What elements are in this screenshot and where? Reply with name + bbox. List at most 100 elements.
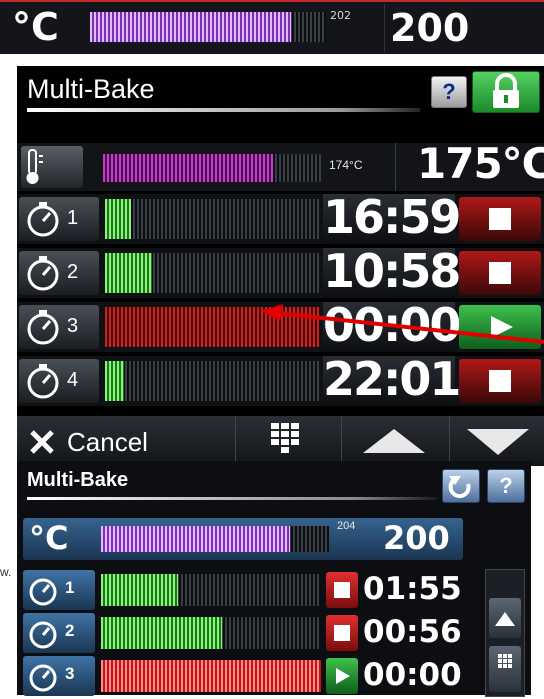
stopwatch-icon xyxy=(27,310,59,345)
multi-bake-panel: Multi-Bake ? 174°C 175°C 1 16:59 2 10:58… xyxy=(17,66,544,466)
timer-progress-bar xyxy=(105,253,319,293)
timer-progress-fill xyxy=(105,199,131,239)
title-underline xyxy=(27,497,437,500)
bottom-toolbar: Cancel xyxy=(17,416,544,466)
help-label: ? xyxy=(499,473,513,498)
timer-progress-bar xyxy=(101,617,321,649)
timer-index: 3 xyxy=(65,664,75,683)
timer-progress-fill xyxy=(105,361,125,401)
timer-time[interactable]: 01:55 xyxy=(363,571,462,607)
refresh-icon xyxy=(448,476,471,499)
secondary-title: Multi-Bake xyxy=(27,469,129,491)
timer-time[interactable]: 00:00 xyxy=(363,657,462,693)
title-underline xyxy=(27,108,420,112)
side-text: w. xyxy=(0,565,12,579)
stop-icon xyxy=(489,262,511,284)
stop-icon xyxy=(489,208,511,230)
keypad-button[interactable] xyxy=(489,646,521,692)
scroll-column xyxy=(485,569,525,697)
temperature-bar-fill xyxy=(90,12,291,42)
timer-index: 1 xyxy=(65,578,75,597)
timer-action-button[interactable] xyxy=(326,572,358,608)
timer-action-button[interactable] xyxy=(459,359,541,403)
timer-progress-bar xyxy=(105,199,319,239)
cancel-button[interactable]: Cancel xyxy=(19,419,229,463)
timer-time: 22:01 xyxy=(323,352,461,406)
stopwatch-icon xyxy=(27,256,59,291)
current-temperature: 174°C xyxy=(329,158,363,172)
thermometer-icon xyxy=(26,149,43,184)
current-temp: 204 xyxy=(337,520,356,532)
temperature-bar-fill xyxy=(103,154,274,182)
timer-index: 2 xyxy=(65,621,75,640)
timer-progress-fill xyxy=(101,617,222,649)
timer-select-button[interactable]: 3 xyxy=(19,305,99,349)
keypad-icon xyxy=(498,654,512,668)
unit-label: °C xyxy=(12,5,59,49)
timer-index: 1 xyxy=(67,207,79,229)
stop-icon xyxy=(334,625,350,641)
timer-progress-fill xyxy=(101,574,178,606)
arrow-down-icon xyxy=(467,429,529,455)
timer-action-button[interactable] xyxy=(459,251,541,295)
timer-select-button[interactable]: 3 xyxy=(23,656,95,696)
timer-time-cell[interactable]: 16:59 xyxy=(323,190,461,244)
stopwatch-icon xyxy=(27,202,59,237)
annotation-arrow xyxy=(261,304,544,344)
close-icon xyxy=(30,430,54,454)
timer-index: 3 xyxy=(67,315,79,337)
timer-row: 4 22:01 xyxy=(17,352,544,406)
thermometer-button xyxy=(21,146,83,188)
timer-time-cell[interactable]: 22:01 xyxy=(323,352,461,406)
timer-row: 1 01:55 xyxy=(23,570,473,610)
keypad-icon xyxy=(271,423,299,453)
timer-time: 16:59 xyxy=(323,190,461,244)
help-button[interactable]: ? xyxy=(431,76,467,108)
timer-action-button[interactable] xyxy=(326,658,358,694)
current-temp: 202 xyxy=(330,9,351,22)
stopwatch-icon xyxy=(29,664,57,692)
keypad-button[interactable] xyxy=(239,419,335,463)
timer-select-button[interactable]: 1 xyxy=(19,197,99,241)
temperature-bar-fill xyxy=(101,526,291,552)
timer-row: 1 16:59 xyxy=(17,190,544,244)
timer-action-button[interactable] xyxy=(459,197,541,241)
timer-time-cell[interactable]: 10:58 xyxy=(323,244,461,298)
scroll-up-button[interactable] xyxy=(489,598,521,638)
refresh-button[interactable] xyxy=(442,469,480,503)
timer-progress-bar xyxy=(101,574,321,606)
lock-button[interactable] xyxy=(472,71,540,113)
timer-index: 2 xyxy=(67,261,79,283)
scroll-down-button[interactable] xyxy=(453,419,543,463)
temperature-bar xyxy=(90,12,326,42)
arrow-up-icon xyxy=(495,612,515,626)
timer-row: 2 10:58 xyxy=(17,244,544,298)
timer-time: 10:58 xyxy=(323,244,461,298)
timer-select-button[interactable]: 2 xyxy=(23,613,95,653)
timer-action-button[interactable] xyxy=(326,615,358,651)
temperature-bar xyxy=(101,526,329,552)
timer-progress-fill xyxy=(105,253,153,293)
help-button[interactable]: ? xyxy=(487,469,525,503)
timer-select-button[interactable]: 1 xyxy=(23,570,95,610)
multi-bake-panel-secondary: Multi-Bake ? °C 204 200 1 01:55 2 00:56 … xyxy=(17,461,531,697)
set-temp[interactable]: 200 xyxy=(383,519,450,557)
timer-time[interactable]: 00:56 xyxy=(363,614,462,650)
lock-icon xyxy=(493,73,519,108)
temperature-row: °C 204 200 xyxy=(23,518,463,560)
stopwatch-icon xyxy=(27,364,59,399)
help-label: ? xyxy=(442,79,456,104)
stopwatch-icon xyxy=(29,621,57,649)
page-title: Multi-Bake xyxy=(27,74,155,104)
timer-select-button[interactable]: 4 xyxy=(19,359,99,403)
timer-select-button[interactable]: 2 xyxy=(19,251,99,295)
timer-row: 3 00:00 xyxy=(23,656,473,696)
timer-progress-bar xyxy=(105,361,319,401)
set-temperature[interactable]: 175°C xyxy=(417,139,544,188)
unit-label: °C xyxy=(29,519,69,557)
timer-progress-bar xyxy=(101,660,321,692)
stop-icon xyxy=(489,370,511,392)
scroll-up-button[interactable] xyxy=(345,419,443,463)
temperature-row: 174°C 175°C xyxy=(17,139,544,191)
set-temp[interactable]: 200 xyxy=(390,6,469,50)
